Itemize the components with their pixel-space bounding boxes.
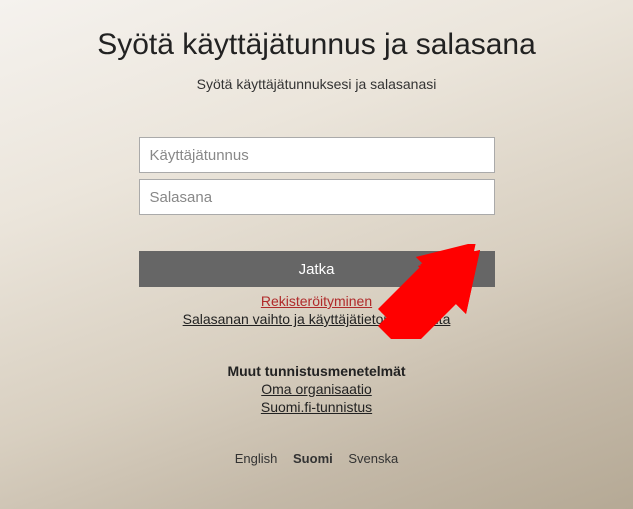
language-selector: English Suomi Svenska bbox=[139, 451, 495, 466]
lang-english[interactable]: English bbox=[235, 451, 278, 466]
manage-account-link[interactable]: Salasanan vaihto ja käyttäjätietojen hal… bbox=[183, 311, 451, 327]
lang-svenska[interactable]: Svenska bbox=[348, 451, 398, 466]
suomifi-link[interactable]: Suomi.fi-tunnistus bbox=[261, 399, 372, 415]
username-input[interactable] bbox=[139, 137, 495, 173]
page-title: Syötä käyttäjätunnus ja salasana bbox=[0, 28, 633, 62]
login-container: Syötä käyttäjätunnus ja salasana Syötä k… bbox=[0, 0, 633, 466]
page-subtitle: Syötä käyttäjätunnuksesi ja salasanasi bbox=[0, 76, 633, 92]
own-organization-link[interactable]: Oma organisaatio bbox=[261, 381, 372, 397]
other-methods-heading: Muut tunnistusmenetelmät bbox=[139, 363, 495, 379]
login-form: Jatka Rekisteröityminen Salasanan vaihto… bbox=[139, 137, 495, 466]
lang-suomi[interactable]: Suomi bbox=[293, 451, 333, 466]
other-methods-section: Muut tunnistusmenetelmät Oma organisaati… bbox=[139, 363, 495, 417]
register-link[interactable]: Rekisteröityminen bbox=[261, 293, 372, 309]
primary-links: Rekisteröityminen Salasanan vaihto ja kä… bbox=[139, 293, 495, 329]
continue-button[interactable]: Jatka bbox=[139, 251, 495, 287]
password-input[interactable] bbox=[139, 179, 495, 215]
